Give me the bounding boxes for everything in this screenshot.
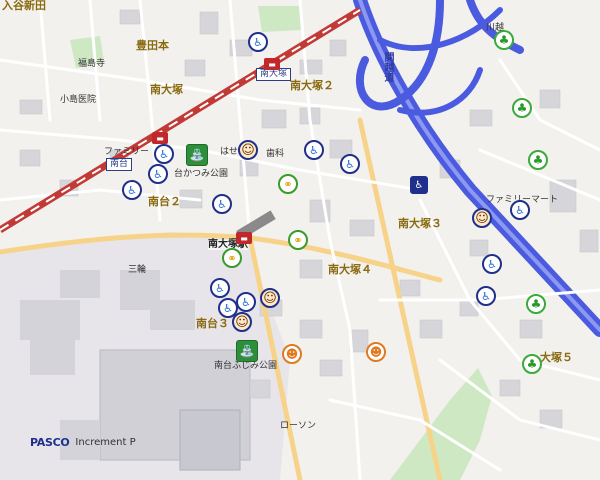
area-minami-otsuka-2: 南大塚２ xyxy=(290,79,334,92)
area-minami-otsuka-4: 南大塚４ xyxy=(328,263,372,276)
wheelchair-icon[interactable] xyxy=(148,164,168,184)
area-toyodamoto: 豊田本 xyxy=(136,39,169,52)
tree-icon[interactable] xyxy=(528,150,548,170)
station-tag-minamidai[interactable]: 南台 xyxy=(106,158,133,171)
rail-crossing-icon[interactable] xyxy=(236,232,252,244)
wheelchair-icon[interactable] xyxy=(154,144,174,164)
wheelchair-icon[interactable] xyxy=(212,194,232,214)
bicycle-parking-icon[interactable] xyxy=(288,230,308,250)
wheelchair-icon[interactable] xyxy=(482,254,502,274)
poi-lawson[interactable]: ローソン xyxy=(280,422,316,431)
person-icon[interactable] xyxy=(260,288,280,308)
poi-park-north[interactable]: 台かつみ公園 xyxy=(174,170,228,179)
map-canvas[interactable]: 入谷新田 豊田本 南大塚 南大塚２ 南台２ 南大塚３ 南大塚４ 南台３ 大塚５ … xyxy=(0,0,600,480)
poi-family-mart-w[interactable]: ファミリー xyxy=(104,148,149,157)
smiley-icon[interactable] xyxy=(282,344,302,364)
wheelchair-icon[interactable] xyxy=(510,200,530,220)
area-minami-otsuka-3: 南大塚３ xyxy=(398,217,442,230)
area-minamidai-3: 南台３ xyxy=(196,317,229,330)
person-icon[interactable] xyxy=(238,140,258,160)
wheelchair-square-icon[interactable] xyxy=(410,176,428,194)
bicycle-parking-icon[interactable] xyxy=(278,174,298,194)
wheelchair-icon[interactable] xyxy=(476,286,496,306)
area-otsuka-5: 大塚５ xyxy=(540,351,573,364)
smiley-icon[interactable] xyxy=(366,342,386,362)
rail-crossing-icon[interactable] xyxy=(152,132,168,144)
pasco-logo: PASCO xyxy=(30,436,70,449)
wheelchair-icon[interactable] xyxy=(340,154,360,174)
poi-kojima-clinic[interactable]: 小島医院 xyxy=(60,96,96,105)
poi-mitsuwa[interactable]: 三輪 xyxy=(128,266,146,275)
tree-icon[interactable] xyxy=(494,30,514,50)
park-icon[interactable] xyxy=(236,340,258,362)
poi-haseda-dental[interactable]: はせ xyxy=(220,148,238,157)
poi-fukushima-ji[interactable]: 福島寺 xyxy=(78,60,105,69)
person-icon[interactable] xyxy=(232,312,252,332)
area-minamidai-2: 南台２ xyxy=(148,195,181,208)
wheelchair-icon[interactable] xyxy=(210,278,230,298)
poi-dental[interactable]: 歯科 xyxy=(266,150,284,159)
wheelchair-icon[interactable] xyxy=(304,140,324,160)
increment-p-logo: Increment P xyxy=(75,437,136,448)
area-minami-otsuka-nw: 南大塚 xyxy=(150,83,183,96)
area-iriya-shinden: 入谷新田 xyxy=(2,0,46,12)
tree-icon[interactable] xyxy=(522,354,542,374)
tree-icon[interactable] xyxy=(526,294,546,314)
person-icon[interactable] xyxy=(472,208,492,228)
wheelchair-icon[interactable] xyxy=(122,180,142,200)
wheelchair-icon[interactable] xyxy=(248,32,268,52)
rail-crossing-icon[interactable] xyxy=(264,58,280,70)
wheelchair-icon[interactable] xyxy=(236,292,256,312)
expressway-label: 関越道 xyxy=(382,52,393,82)
bicycle-parking-icon[interactable] xyxy=(222,248,242,268)
map-attribution: PASCO Increment P xyxy=(30,436,136,449)
poi-park-south[interactable]: 南台ふじみ公園 xyxy=(214,362,277,371)
tree-icon[interactable] xyxy=(512,98,532,118)
park-icon[interactable] xyxy=(186,144,208,166)
